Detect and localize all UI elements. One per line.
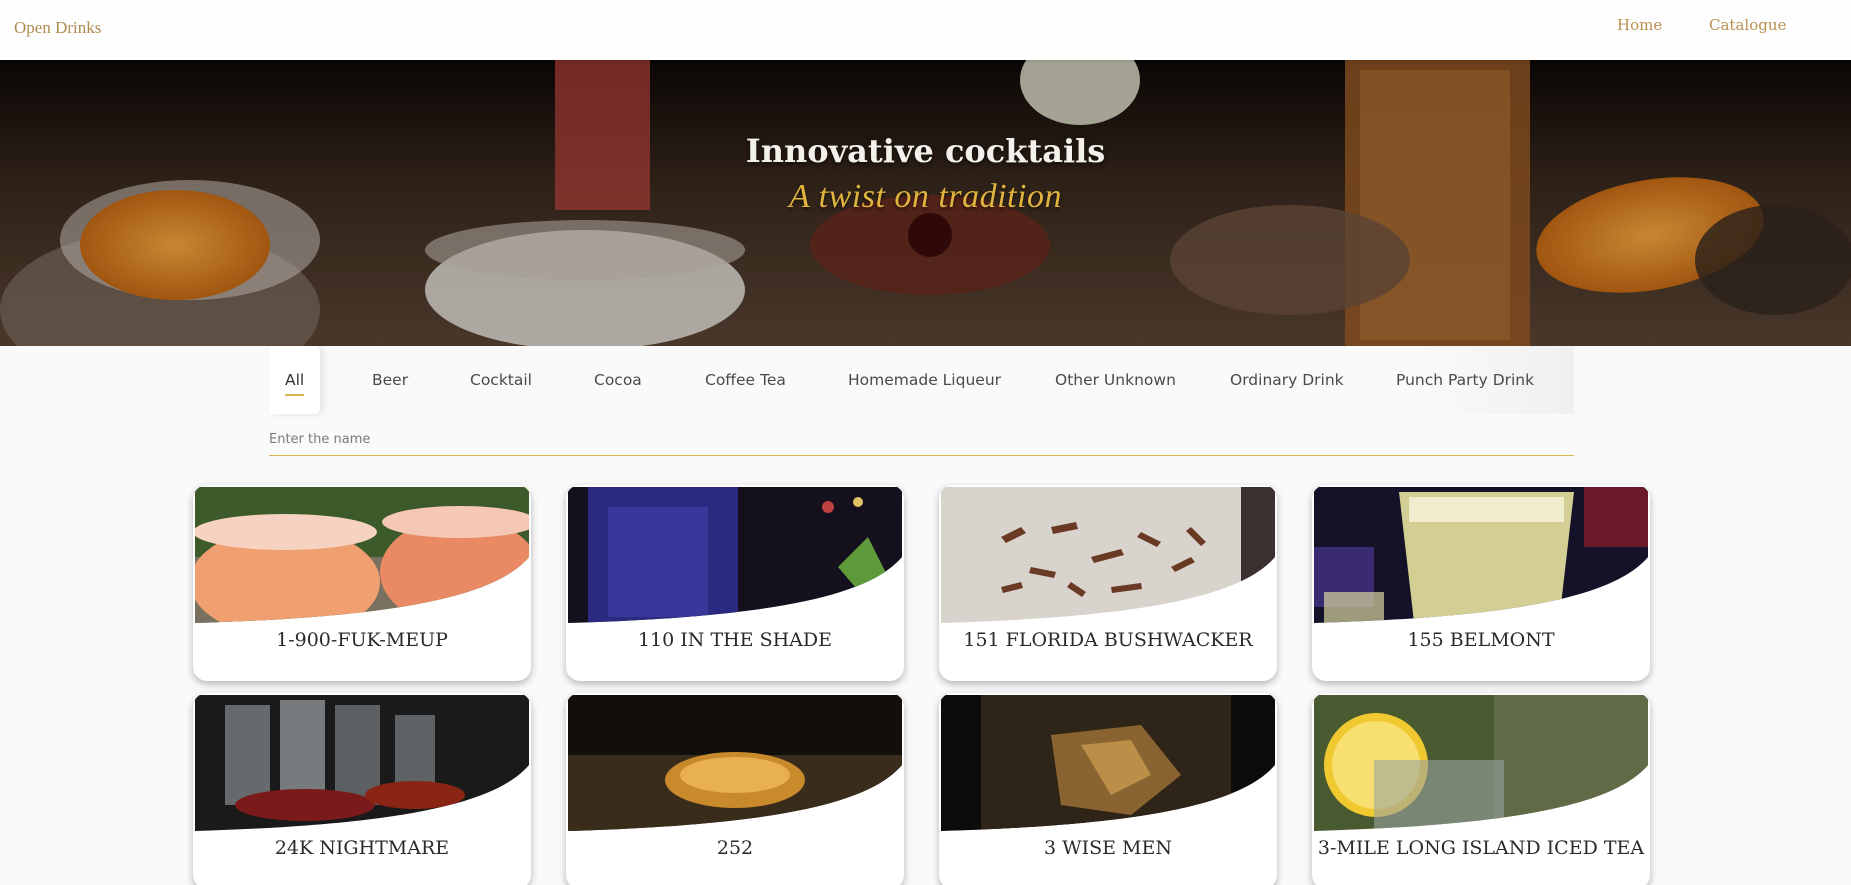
drink-card[interactable]: 151 FLORIDA BUSHWACKER <box>939 485 1277 681</box>
category-tabs: All Beer Cocktail Cocoa Coffee Tea Homem… <box>269 346 1574 414</box>
drink-thumbnail-image <box>1314 695 1648 831</box>
drink-card[interactable]: 1-900-FUK-MEUP <box>193 485 531 681</box>
drink-thumbnail-image <box>1314 487 1648 623</box>
drink-thumbnail-image <box>568 487 902 623</box>
brand-logo[interactable]: Open Drinks <box>14 18 101 38</box>
drink-name: 3-MILE LONG ISLAND ICED TEA <box>1317 837 1645 859</box>
top-navbar: Open Drinks Home Catalogue <box>0 0 1851 60</box>
drink-thumbnail-image <box>941 487 1275 623</box>
hero-subtitle: A twist on tradition <box>789 178 1062 215</box>
hero-banner: Innovative cocktails A twist on traditio… <box>0 60 1851 346</box>
drink-card[interactable]: 252 <box>566 693 904 885</box>
tab-cocktail[interactable]: Cocktail <box>470 346 532 414</box>
tab-cocoa[interactable]: Cocoa <box>594 346 642 414</box>
drink-name-search-input[interactable] <box>269 424 1574 456</box>
tab-homemade-liqueur[interactable]: Homemade Liqueur <box>848 346 1001 414</box>
tab-all[interactable]: All <box>269 346 321 414</box>
drink-name: 252 <box>716 837 754 859</box>
drink-card[interactable]: 3-MILE LONG ISLAND ICED TEA <box>1312 693 1650 885</box>
drink-card[interactable]: 110 IN THE SHADE <box>566 485 904 681</box>
drink-name: 24K NIGHTMARE <box>274 837 450 859</box>
tab-label: All <box>285 371 305 389</box>
drink-thumbnail-image <box>941 695 1275 831</box>
drink-name: 110 IN THE SHADE <box>637 629 833 651</box>
nav-catalogue-link[interactable]: Catalogue <box>1709 16 1786 34</box>
drink-name: 151 FLORIDA BUSHWACKER <box>963 629 1253 651</box>
tab-coffee-tea[interactable]: Coffee Tea <box>705 346 786 414</box>
tab-other-unknown[interactable]: Other Unknown <box>1055 346 1176 414</box>
drink-thumbnail-image <box>195 487 529 623</box>
drink-card[interactable]: 24K NIGHTMARE <box>193 693 531 885</box>
drink-thumbnail-image <box>195 695 529 831</box>
tab-ordinary-drink[interactable]: Ordinary Drink <box>1230 346 1344 414</box>
drink-card[interactable]: 155 BELMONT <box>1312 485 1650 681</box>
drink-name: 3 WISE MEN <box>1043 837 1173 859</box>
drink-name: 1-900-FUK-MEUP <box>276 629 448 651</box>
nav-home-link[interactable]: Home <box>1617 16 1662 34</box>
hero-title: Innovative cocktails <box>745 132 1106 170</box>
tab-beer[interactable]: Beer <box>372 346 408 414</box>
drink-thumbnail-image <box>568 695 902 831</box>
active-tab-indicator <box>285 394 305 396</box>
drink-name: 155 BELMONT <box>1407 629 1555 651</box>
drink-card[interactable]: 3 WISE MEN <box>939 693 1277 885</box>
tab-punch-party-drink[interactable]: Punch Party Drink <box>1396 346 1534 414</box>
